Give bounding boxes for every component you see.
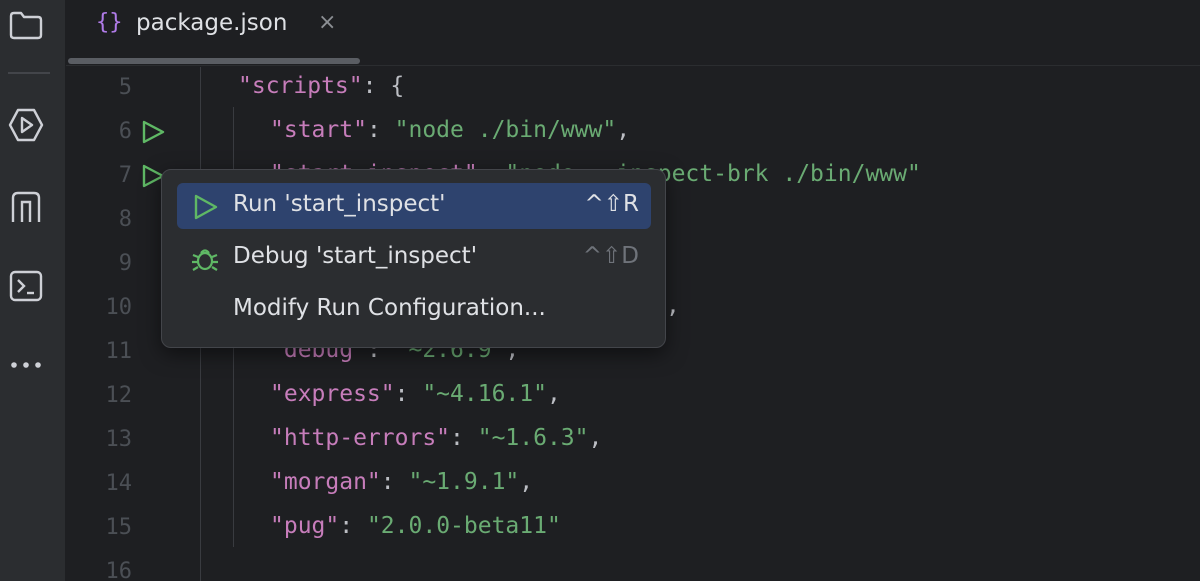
- run-start-inspect-item[interactable]: Run 'start_inspect' ^⇧R: [177, 183, 651, 229]
- code-line: "start": "node ./bin/www",: [270, 117, 631, 143]
- code-line: "scripts": {: [238, 73, 405, 99]
- code-line: "pug": "2.0.0-beta11": [270, 513, 561, 539]
- bug-icon: [191, 245, 219, 273]
- gutter-run-icon[interactable]: [140, 119, 166, 145]
- git-icon[interactable]: [5, 186, 47, 228]
- run-context-popup: Run 'start_inspect' ^⇧R Debug 'start_ins…: [161, 169, 666, 348]
- line-number: 13: [105, 427, 133, 452]
- run-icon: [191, 193, 219, 221]
- tab-package-json[interactable]: {} package.json ×: [68, 0, 362, 66]
- tab-scroll-indicator: [68, 58, 360, 64]
- line-number: 11: [105, 339, 133, 364]
- line-number: 5: [118, 75, 132, 100]
- activity-separator: [8, 72, 50, 74]
- code-line: ,: [666, 293, 680, 319]
- line-number: 6: [118, 119, 132, 144]
- line-number: 14: [105, 471, 133, 496]
- code-line: "http-errors": "~1.6.3",: [270, 425, 603, 451]
- menu-item-label: Debug 'start_inspect': [233, 243, 478, 269]
- modify-run-configuration-item[interactable]: Modify Run Configuration...: [177, 287, 651, 333]
- line-number: 7: [118, 163, 132, 188]
- terminal-icon[interactable]: [5, 265, 47, 307]
- code-line: "morgan": "~1.9.1",: [270, 469, 534, 495]
- line-number: 8: [118, 207, 132, 232]
- menu-item-label: Modify Run Configuration...: [233, 295, 546, 321]
- menu-item-shortcut: ^⇧D: [582, 243, 639, 269]
- tab-bar: {} package.json ×: [66, 0, 1200, 66]
- close-icon[interactable]: ×: [318, 10, 336, 35]
- run-debug-icon[interactable]: [5, 104, 47, 146]
- line-number: 15: [105, 515, 133, 540]
- menu-item-shortcut: ^⇧R: [584, 191, 639, 217]
- code-line: "express": "~4.16.1",: [270, 381, 561, 407]
- menu-item-label: Run 'start_inspect': [233, 191, 446, 217]
- line-number: 12: [105, 383, 133, 408]
- line-number: 16: [105, 559, 133, 581]
- more-icon[interactable]: [5, 344, 47, 386]
- json-file-icon: {}: [96, 10, 123, 35]
- activity-bar: [0, 0, 66, 581]
- line-number: 10: [105, 295, 133, 320]
- tab-label: package.json: [136, 10, 288, 36]
- debug-start-inspect-item[interactable]: Debug 'start_inspect' ^⇧D: [177, 235, 651, 281]
- folder-icon[interactable]: [5, 4, 47, 46]
- line-number: 9: [118, 251, 132, 276]
